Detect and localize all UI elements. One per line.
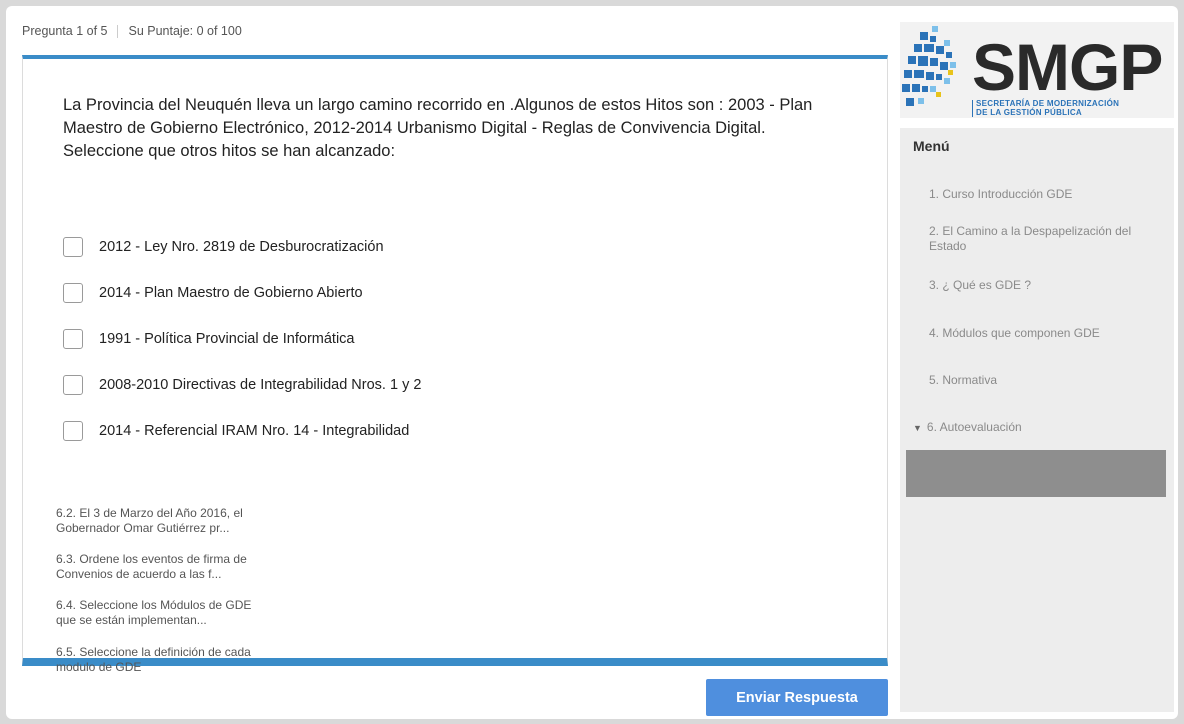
menu-title: Menú — [913, 138, 950, 154]
option-label: 2012 - Ley Nro. 2819 de Desburocratizaci… — [99, 239, 384, 255]
menu-subitem-6-1[interactable]: 6.1. La Provincia del Neuquén lleva un l… — [56, 457, 256, 487]
question-text: La Provincia del Neuquén lleva un largo … — [63, 94, 863, 163]
option-label: 2008-2010 Directivas de Integrabilidad N… — [99, 377, 422, 393]
question-instruction: Seleccione que otros hitos se han alcanz… — [63, 142, 396, 160]
checkbox[interactable] — [63, 237, 83, 257]
menu-item-label: 6. Autoevaluación — [926, 420, 1022, 434]
option-3[interactable]: 1991 - Política Provincial de Informátic… — [63, 316, 421, 362]
answer-options: 2012 - Ley Nro. 2819 de Desburocratizaci… — [63, 224, 421, 454]
option-1[interactable]: 2012 - Ley Nro. 2819 de Desburocratizaci… — [63, 224, 421, 270]
submit-answer-button[interactable]: Enviar Respuesta — [706, 679, 888, 716]
checkbox[interactable] — [63, 329, 83, 349]
menu-subitem-6-4[interactable]: 6.4. Seleccione los Módulos de GDE que s… — [56, 598, 256, 628]
option-label: 1991 - Política Provincial de Informátic… — [99, 331, 355, 347]
menu-item-camino-despapelizacion[interactable]: 2. El Camino a la Despapelización del Es… — [929, 224, 1159, 254]
menu-item-autoevaluacion[interactable]: ▼ 6. Autoevaluación — [913, 420, 1143, 436]
option-label: 2014 - Plan Maestro de Gobierno Abierto — [99, 285, 363, 301]
pixel-map-logo-icon — [902, 26, 956, 106]
divider — [117, 24, 119, 38]
menu-item-curso-introduccion[interactable]: 1. Curso Introducción GDE — [929, 187, 1159, 202]
progress-bar-header: Pregunta 1 of 5 Su Puntaje: 0 of 100 — [22, 22, 242, 40]
option-5[interactable]: 2014 - Referencial IRAM Nro. 14 - Integr… — [63, 408, 421, 454]
menu-item-modulos-gde[interactable]: 4. Módulos que componen GDE — [929, 326, 1159, 341]
logo-subtitle-line: DE LA GESTIÓN PÚBLICA — [976, 107, 1083, 117]
menu-subitem-6-3[interactable]: 6.3. Ordene los eventos de firma de Conv… — [56, 552, 256, 582]
menu-item-normativa[interactable]: 5. Normativa — [929, 373, 1159, 388]
option-4[interactable]: 2008-2010 Directivas de Integrabilidad N… — [63, 362, 421, 408]
question-body: La Provincia del Neuquén lleva un largo … — [63, 96, 813, 137]
question-counter: Pregunta 1 of 5 — [22, 24, 108, 38]
active-item-highlight — [906, 450, 1166, 497]
checkbox[interactable] — [63, 421, 83, 441]
menu-panel: Menú 1. Curso Introducción GDE 2. El Cam… — [900, 128, 1174, 712]
smgp-logo: SMGP SECRETARÍA DE MODERNIZACIÓN DE LA G… — [900, 22, 1174, 118]
menu-item-que-es-gde[interactable]: 3. ¿ Qué es GDE ? — [929, 278, 1159, 293]
menu-subitem-6-5[interactable]: 6.5. Seleccione la definición de cada mo… — [56, 645, 256, 675]
caret-down-icon: ▼ — [913, 423, 922, 433]
option-2[interactable]: 2014 - Plan Maestro de Gobierno Abierto — [63, 270, 421, 316]
logo-subtitle: SECRETARÍA DE MODERNIZACIÓN DE LA GESTIÓ… — [972, 99, 1119, 117]
checkbox[interactable] — [63, 283, 83, 303]
score-display: Su Puntaje: 0 of 100 — [128, 24, 242, 38]
menu-subitem-6-2[interactable]: 6.2. El 3 de Marzo del Año 2016, el Gobe… — [56, 506, 256, 536]
checkbox[interactable] — [63, 375, 83, 395]
logo-wordmark: SMGP — [972, 30, 1163, 104]
option-label: 2014 - Referencial IRAM Nro. 14 - Integr… — [99, 423, 410, 439]
